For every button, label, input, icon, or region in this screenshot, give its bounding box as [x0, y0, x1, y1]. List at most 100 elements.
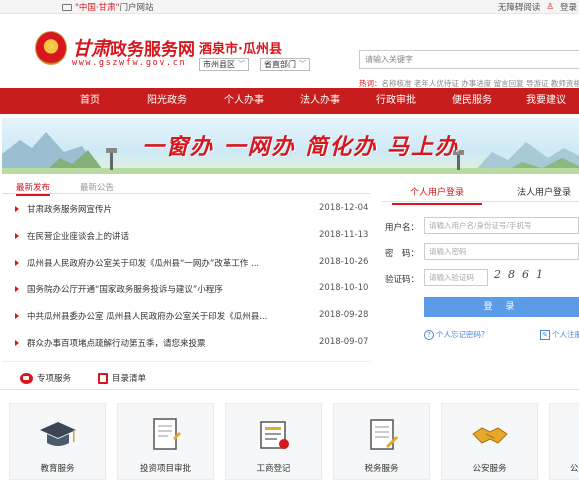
tile-partial[interactable]: 公	[549, 403, 579, 480]
region-select[interactable]: 市州县区 ﹀	[199, 58, 249, 71]
portal-prefix: "中国·甘肃"	[75, 3, 120, 13]
slogan-banner[interactable]: 一窗办 一网办 简化办 马上办	[2, 118, 579, 174]
chevron-down-icon: ﹀	[299, 60, 306, 68]
captcha-field[interactable]: 请输入验证码	[424, 269, 488, 286]
brand-gansu: 甘肃	[72, 38, 111, 60]
forgot-password-label: 个人忘记密码？	[436, 330, 489, 339]
tab-latest-releases[interactable]: 最新发布	[16, 181, 51, 196]
question-icon: ?	[424, 329, 434, 340]
news-title: 中共瓜州县委办公室 瓜州县人民政府办公室关于印发《瓜州县...	[27, 312, 268, 322]
news-item[interactable]: 瓜州县人民政府办公室关于印发《瓜州县“一网办”改革工作 ... 2018-10-…	[2, 257, 370, 271]
tab-corporate-login[interactable]: 法人用户登录	[517, 185, 571, 198]
site-brand[interactable]: 甘肃政务服务网	[72, 34, 195, 61]
document-approval-icon	[153, 418, 181, 450]
nav-convenience-services[interactable]: 便民服务	[452, 88, 492, 114]
nav-sunshine-affairs[interactable]: 阳光政务	[147, 88, 187, 114]
arrow-bullet-icon	[15, 340, 19, 346]
tab-personal-login[interactable]: 个人用户登录	[391, 185, 483, 205]
login-tabs: 个人用户登录 法人用户登录	[382, 180, 579, 205]
news-title: 瓜州县人民政府办公室关于印发《瓜州县“一网办”改革工作 ...	[27, 259, 260, 269]
password-field[interactable]: 请输入密码	[424, 243, 579, 260]
news-item[interactable]: 甘肃政务服务网宣传片 2018-12-04	[2, 203, 370, 217]
tile-public-security[interactable]: 公安服务	[441, 403, 538, 480]
main-nav: 首页 阳光政务 个人办事 法人办事 行政审批 便民服务 我要建议	[0, 88, 579, 114]
news-date: 2018-11-13	[319, 230, 369, 240]
handshake-icon	[472, 427, 508, 444]
edit-icon: ✎	[540, 329, 550, 340]
nav-corporate-services[interactable]: 法人办事	[300, 88, 340, 114]
news-item[interactable]: 群众办事百项堵点疏解行动第五季，请您来投票 2018-09-07	[2, 337, 370, 351]
register-label: 个人注册	[552, 330, 579, 339]
tile-label: 投资项目审批	[139, 464, 191, 474]
dept-select-label: 省直部门	[264, 60, 296, 69]
nav-administrative-approval[interactable]: 行政审批	[376, 88, 416, 114]
tile-business-registration[interactable]: 工商登记	[225, 403, 322, 480]
top-right-links: 无障碍阅读 ♙ 登录	[498, 1, 577, 13]
hot-words-label: 热词：	[359, 79, 382, 88]
news-divider	[2, 361, 370, 362]
login-panel: 个人用户登录 法人用户登录 用户名： 请输入用户名/身份证号/手机号 密 码： …	[374, 180, 579, 360]
password-label: 密 码：	[385, 249, 420, 259]
search-input[interactable]: 请输入关键字	[359, 50, 579, 69]
news-title: 甘肃政务服务网宣传片	[27, 205, 113, 215]
news-title: 国务院办公厅开通“国家政务服务投诉与建议”小程序	[27, 285, 223, 295]
chevron-down-icon: ﹀	[238, 60, 245, 68]
login-button[interactable]: 登 录	[424, 297, 579, 317]
special-services-icon	[20, 372, 33, 384]
arrow-bullet-icon	[15, 260, 19, 266]
news-item[interactable]: 在民营企业座谈会上的讲话 2018-11-13	[2, 230, 370, 244]
dept-select[interactable]: 省直部门 ﹀	[260, 58, 310, 71]
region-select-label: 市州县区	[203, 60, 235, 69]
tile-tax-services[interactable]: 税务服务	[333, 403, 430, 480]
tab-catalog-label: 目录清单	[112, 374, 147, 384]
site-header: 甘肃政务服务网 www.gszwfw.gov.cn 酒泉市·瓜州县 市州县区 ﹀…	[0, 14, 579, 88]
tab-special-label: 专项服务	[37, 374, 72, 384]
news-date: 2018-09-07	[319, 337, 369, 347]
tax-form-icon	[370, 419, 398, 450]
tile-label: 税务服务	[364, 464, 399, 474]
portal-link[interactable]: "中国·甘肃" 门户网站	[62, 1, 154, 13]
site-domain: www.gszwfw.gov.cn	[72, 58, 187, 68]
login-link[interactable]: 登录	[560, 1, 577, 13]
news-title: 在民营企业座谈会上的讲话	[27, 232, 130, 242]
news-title: 群众办事百项堵点疏解行动第五季，请您来投票	[27, 339, 206, 349]
username-field[interactable]: 请输入用户名/身份证号/手机号	[424, 217, 579, 234]
nav-personal-services[interactable]: 个人办事	[224, 88, 264, 114]
hot-words-list[interactable]: 名称核准 老年人优待证 办事进度 留言回复 导游证 教师资格	[382, 79, 579, 88]
captcha-label: 验证码：	[385, 275, 420, 285]
user-icon: ♙	[546, 2, 554, 12]
news-date: 2018-09-28	[319, 310, 369, 320]
register-link[interactable]: ✎ 个人注册	[540, 329, 579, 340]
graduation-cap-icon	[40, 422, 76, 446]
tile-label: 教育服务	[40, 464, 75, 474]
tab-latest-announcements[interactable]: 最新公告	[80, 181, 114, 193]
captcha-image[interactable]: 2861	[494, 268, 550, 281]
tile-education[interactable]: 教育服务	[9, 403, 106, 480]
tile-label: 公	[570, 464, 579, 474]
portal-suffix: 门户网站	[119, 3, 154, 13]
username-label: 用户名：	[385, 223, 420, 233]
news-date: 2018-10-26	[319, 257, 369, 267]
news-item[interactable]: 中共瓜州县委办公室 瓜州县人民政府办公室关于印发《瓜州县... 2018-09-…	[2, 310, 370, 324]
news-tabs: 最新发布 最新公告	[2, 180, 370, 196]
brand-title: 政务服务网	[110, 40, 196, 60]
services-tabs: 专项服务 目录清单	[0, 368, 579, 390]
arrow-bullet-icon	[15, 313, 19, 319]
current-region: 酒泉市·瓜州县	[199, 42, 282, 57]
tile-investment-approval[interactable]: 投资项目审批	[117, 403, 214, 480]
monitor-icon	[62, 3, 72, 11]
nav-suggestions[interactable]: 我要建议	[526, 88, 566, 114]
arrow-bullet-icon	[15, 286, 19, 292]
accessible-reading-link[interactable]: 无障碍阅读	[498, 1, 541, 13]
forgot-password-link[interactable]: ? 个人忘记密码？	[424, 329, 489, 340]
top-bar: "中国·甘肃" 门户网站 无障碍阅读 ♙ 登录	[0, 0, 579, 14]
tab-special-services[interactable]: 专项服务	[20, 372, 71, 384]
service-tiles: 教育服务 投资项目审批 工商登记 税务服务 公安服务 公	[0, 400, 579, 480]
list-icon	[98, 372, 108, 384]
national-emblem-logo	[35, 31, 67, 65]
tile-label: 公安服务	[472, 464, 507, 474]
tab-catalog-list[interactable]: 目录清单	[98, 372, 146, 384]
news-date: 2018-12-04	[319, 203, 369, 213]
nav-home[interactable]: 首页	[80, 88, 100, 114]
news-item[interactable]: 国务院办公厅开通“国家政务服务投诉与建议”小程序 2018-10-10	[2, 283, 370, 297]
